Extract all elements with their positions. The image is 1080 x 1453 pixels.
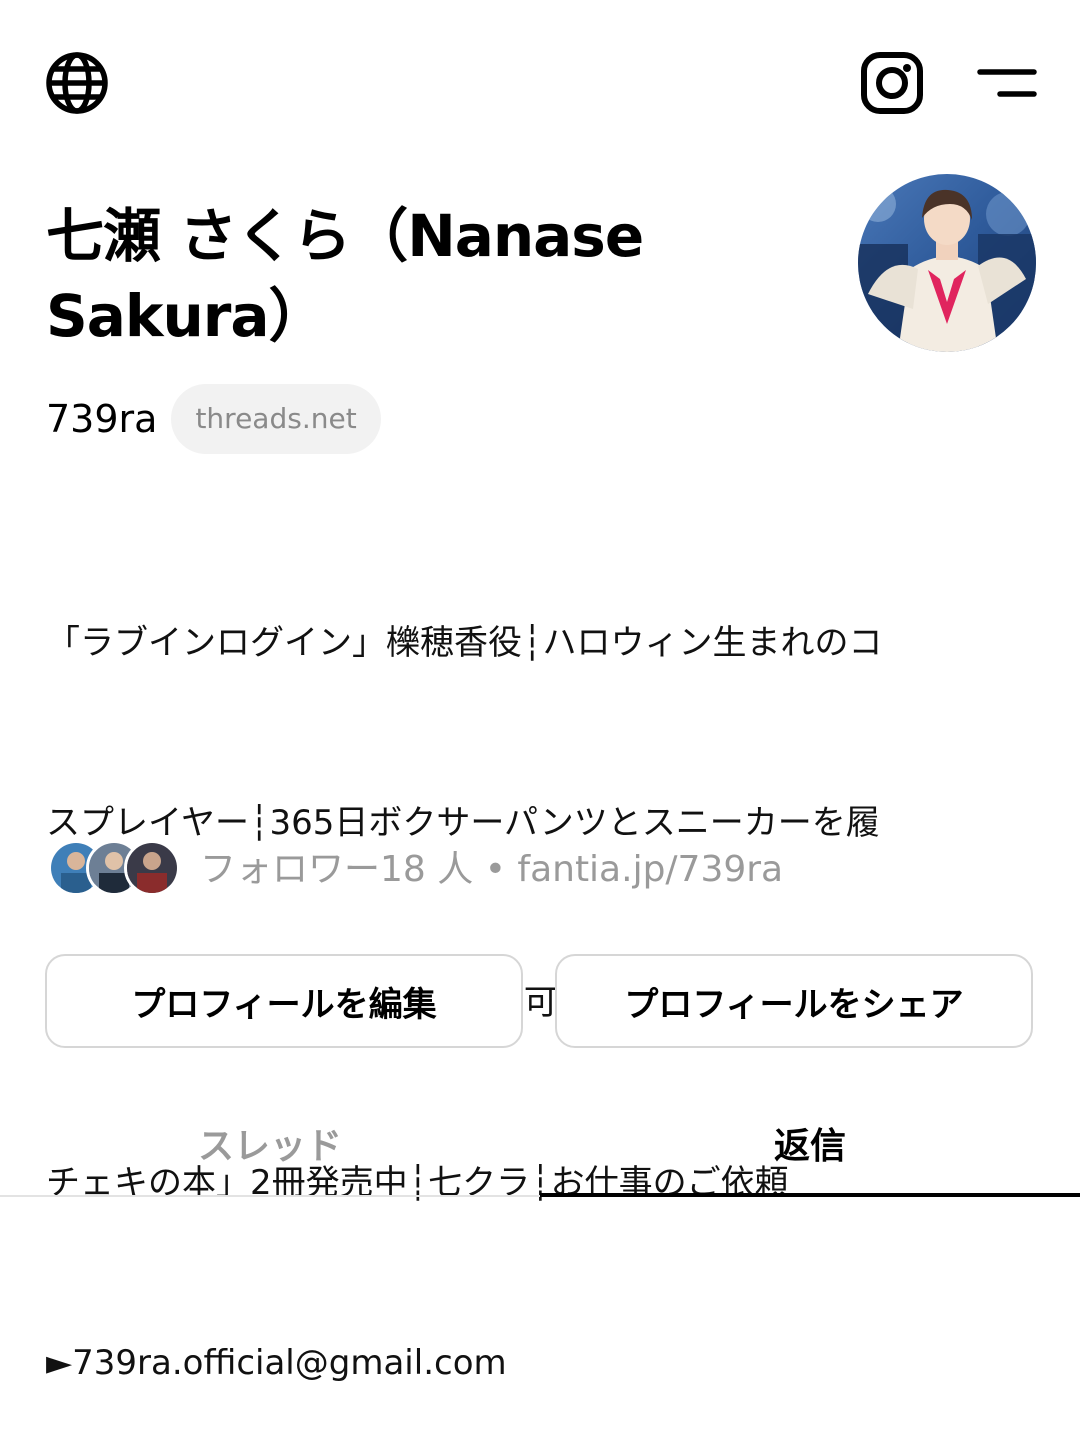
profile-name: 七瀬 さくら（Nanase Sakura）	[46, 202, 644, 350]
share-profile-button[interactable]: プロフィールをシェア	[555, 954, 1033, 1048]
username-handle: 739ra	[46, 397, 158, 441]
avatar-photo	[858, 174, 1036, 352]
separator: •	[473, 849, 518, 890]
edit-profile-button[interactable]: プロフィールを編集	[45, 954, 523, 1048]
bio-line: ►739ra.official@gmail.com	[46, 1343, 507, 1383]
tab-replies[interactable]: 返信	[540, 1090, 1080, 1195]
followers-text: フォロワー18 人 • fantia.jp/739ra	[200, 840, 783, 892]
profile-tabs: スレッド 返信	[0, 1090, 1080, 1198]
tab-threads[interactable]: スレッド	[0, 1090, 540, 1195]
bio-line: 「ラブインログイン」櫟穂香役┆ハロウィン生まれのコ	[46, 623, 883, 663]
menu-icon[interactable]	[976, 62, 1040, 106]
followers-row[interactable]: フォロワー18 人 • fantia.jp/739ra	[48, 838, 783, 896]
tab-divider	[0, 1195, 540, 1197]
threads-domain-badge[interactable]: threads.net	[171, 384, 381, 454]
followers-count[interactable]: フォロワー18 人	[200, 849, 473, 890]
active-tab-indicator	[540, 1193, 1080, 1197]
avatar[interactable]	[858, 174, 1036, 352]
handle-row: 739ra threads.net	[46, 384, 381, 454]
follower-avatars[interactable]	[48, 838, 180, 896]
profile-link[interactable]: fantia.jp/739ra	[517, 849, 783, 890]
follower-avatar	[124, 840, 180, 896]
top-bar	[0, 0, 1080, 170]
instagram-icon[interactable]	[859, 50, 925, 116]
globe-icon[interactable]	[44, 50, 110, 116]
